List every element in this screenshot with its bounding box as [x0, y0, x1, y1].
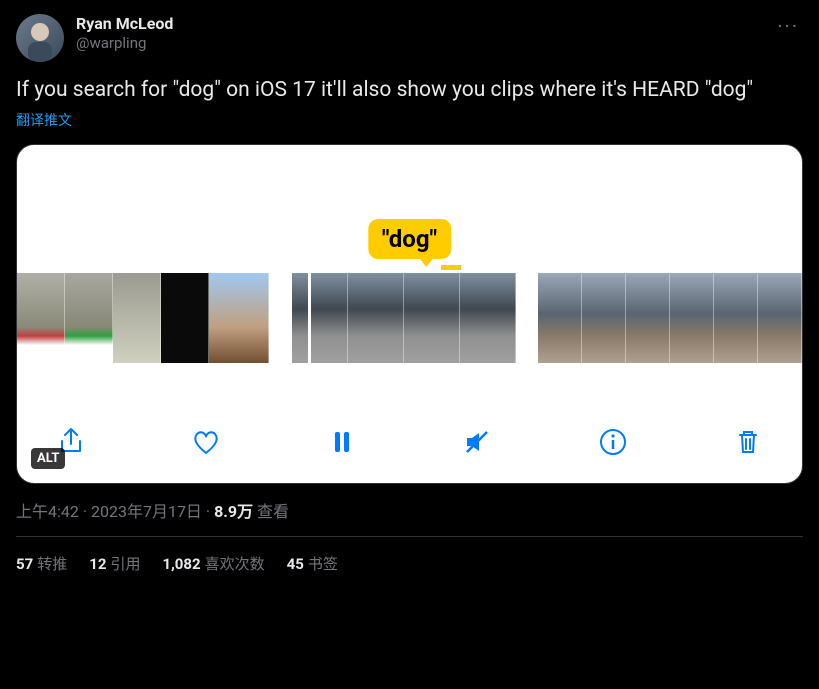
video-frame [17, 273, 65, 363]
bookmarks-stat[interactable]: 45书签 [287, 553, 338, 574]
info-button[interactable] [595, 424, 631, 460]
tweet-time[interactable]: 上午4:42 [16, 502, 79, 521]
video-frame [460, 273, 516, 363]
video-frame [113, 273, 161, 363]
tweet-header: Ryan McLeod @warpling ··· [16, 14, 803, 62]
retweets-stat[interactable]: 57转推 [16, 553, 67, 574]
trash-button[interactable] [730, 424, 766, 460]
likes-stat[interactable]: 1,082喜欢次数 [162, 553, 264, 574]
playhead[interactable] [308, 269, 311, 367]
video-frame [670, 273, 714, 363]
video-frame [626, 273, 670, 363]
video-frame [582, 273, 626, 363]
video-frame [404, 273, 460, 363]
tweet-meta: 上午4:42 · 2023年7月17日 · 8.9万 查看 [16, 498, 803, 522]
tweet-text: If you search for "dog" on iOS 17 it'll … [16, 76, 803, 104]
avatar[interactable] [16, 14, 64, 62]
author-handle[interactable]: @warpling [76, 34, 773, 53]
video-frame [538, 273, 582, 363]
author-display-name[interactable]: Ryan McLeod [76, 14, 773, 34]
views-count: 8.9万 [214, 502, 253, 521]
media-card[interactable]: "dog" [16, 144, 803, 484]
video-frame [161, 273, 209, 363]
quotes-stat[interactable]: 12引用 [89, 553, 140, 574]
video-frame [348, 273, 404, 363]
video-frame [758, 273, 802, 363]
divider [16, 536, 803, 537]
views-label: 查看 [253, 502, 289, 521]
pause-button[interactable] [324, 424, 360, 460]
alt-badge[interactable]: ALT [31, 448, 65, 469]
heart-button[interactable] [188, 424, 224, 460]
clip-group-1 [17, 273, 269, 363]
video-filmstrip [17, 273, 802, 363]
video-toolbar [17, 401, 802, 483]
video-frame [209, 273, 269, 363]
stats-row: 57转推 12引用 1,082喜欢次数 45书签 [16, 553, 803, 574]
clip-group-3 [538, 273, 802, 363]
mute-button[interactable] [459, 424, 495, 460]
search-caption-bubble: "dog" [368, 219, 451, 259]
video-frame [292, 273, 348, 363]
caption-marker [441, 265, 461, 270]
clip-group-2 [292, 273, 516, 363]
video-frame [714, 273, 758, 363]
tweet-date[interactable]: 2023年7月17日 [91, 502, 202, 521]
more-options-button[interactable]: ··· [773, 14, 803, 38]
translate-link[interactable]: 翻译推文 [16, 110, 803, 130]
video-frame [65, 273, 113, 363]
